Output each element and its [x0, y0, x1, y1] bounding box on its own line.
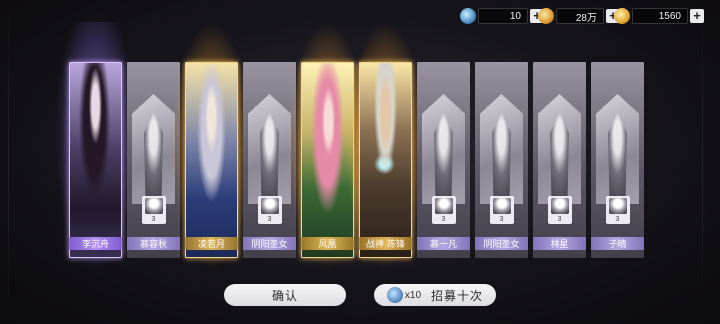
currency-gold: 28万 +	[538, 7, 620, 25]
star-count: 3	[151, 216, 156, 223]
character-silhouette	[538, 94, 581, 204]
card-name: 李沉舟	[69, 237, 122, 250]
currency-ingot: 1560 +	[614, 7, 704, 25]
hero-portrait	[360, 63, 411, 257]
recruit-ten-button[interactable]: x10 招募十次	[374, 284, 496, 306]
card-name: 子晴	[591, 237, 644, 250]
decorative-line	[702, 0, 703, 324]
recruit-card[interactable]: 3 子晴	[591, 62, 644, 258]
avatar	[434, 198, 453, 214]
avatar	[608, 198, 627, 214]
recruit-card[interactable]: 3 阴阳圣女	[475, 62, 528, 258]
add-ingot-button[interactable]: +	[690, 9, 704, 23]
recruit-card[interactable]: 战神·陈锋	[345, 22, 426, 270]
avatar-chip: 3	[489, 196, 514, 224]
card-name: 凌若月	[185, 237, 238, 250]
avatar-chip: 3	[547, 196, 572, 224]
recruit-card[interactable]: 3 慕一凡	[417, 62, 470, 258]
currency-jade: 10 +	[460, 7, 544, 25]
avatar	[550, 198, 569, 214]
character-silhouette	[480, 94, 523, 204]
recruit-cost: x10	[386, 287, 422, 303]
character-silhouette	[248, 94, 291, 204]
currency-gold-value: 28万	[556, 8, 604, 24]
hero-portrait	[70, 63, 121, 257]
avatar-chip: 3	[605, 196, 630, 224]
recruit-card[interactable]: 3 阴阳圣女	[243, 62, 296, 258]
star-count: 3	[499, 216, 504, 223]
gold-coin-icon	[538, 8, 554, 24]
card-name: 慕容秋	[127, 237, 180, 250]
currency-ingot-value: 1560	[632, 8, 688, 24]
recruit-ten-label: 招募十次	[431, 288, 484, 303]
character-silhouette	[422, 94, 465, 204]
recruit-card[interactable]: 李沉舟	[55, 22, 136, 270]
recruit-card[interactable]: 3 林星	[533, 62, 586, 258]
avatar	[144, 198, 163, 214]
card-name: 风凰	[301, 237, 354, 250]
currency-jade-value: 10	[478, 8, 528, 24]
decorative-line	[8, 0, 9, 324]
star-count: 3	[441, 216, 446, 223]
recruit-card[interactable]: 凌若月	[171, 22, 252, 270]
confirm-button[interactable]: 确认	[224, 284, 346, 306]
card-name: 阴阳圣女	[475, 237, 528, 250]
hero-portrait	[186, 63, 237, 257]
star-count: 3	[267, 216, 272, 223]
star-count: 3	[615, 216, 620, 223]
hero-portrait	[302, 63, 353, 257]
character-silhouette	[596, 94, 639, 204]
confirm-label: 确认	[271, 288, 298, 303]
jade-gem-icon	[386, 287, 403, 303]
card-name: 慕一凡	[417, 237, 470, 250]
card-name: 阴阳圣女	[243, 237, 296, 250]
avatar-chip: 3	[257, 196, 282, 224]
avatar	[260, 198, 279, 214]
character-silhouette	[132, 94, 175, 204]
jade-gem-icon	[460, 8, 476, 24]
recruit-cost-amount: x10	[404, 289, 422, 301]
avatar	[492, 198, 511, 214]
recruit-card[interactable]: 风凰	[287, 22, 368, 270]
recruit-card[interactable]: 3 慕容秋	[127, 62, 180, 258]
avatar-chip: 3	[141, 196, 166, 224]
star-count: 3	[557, 216, 562, 223]
card-name: 战神·陈锋	[359, 237, 412, 250]
gold-ingot-icon	[614, 8, 630, 24]
avatar-chip: 3	[431, 196, 456, 224]
card-name: 林星	[533, 237, 586, 250]
